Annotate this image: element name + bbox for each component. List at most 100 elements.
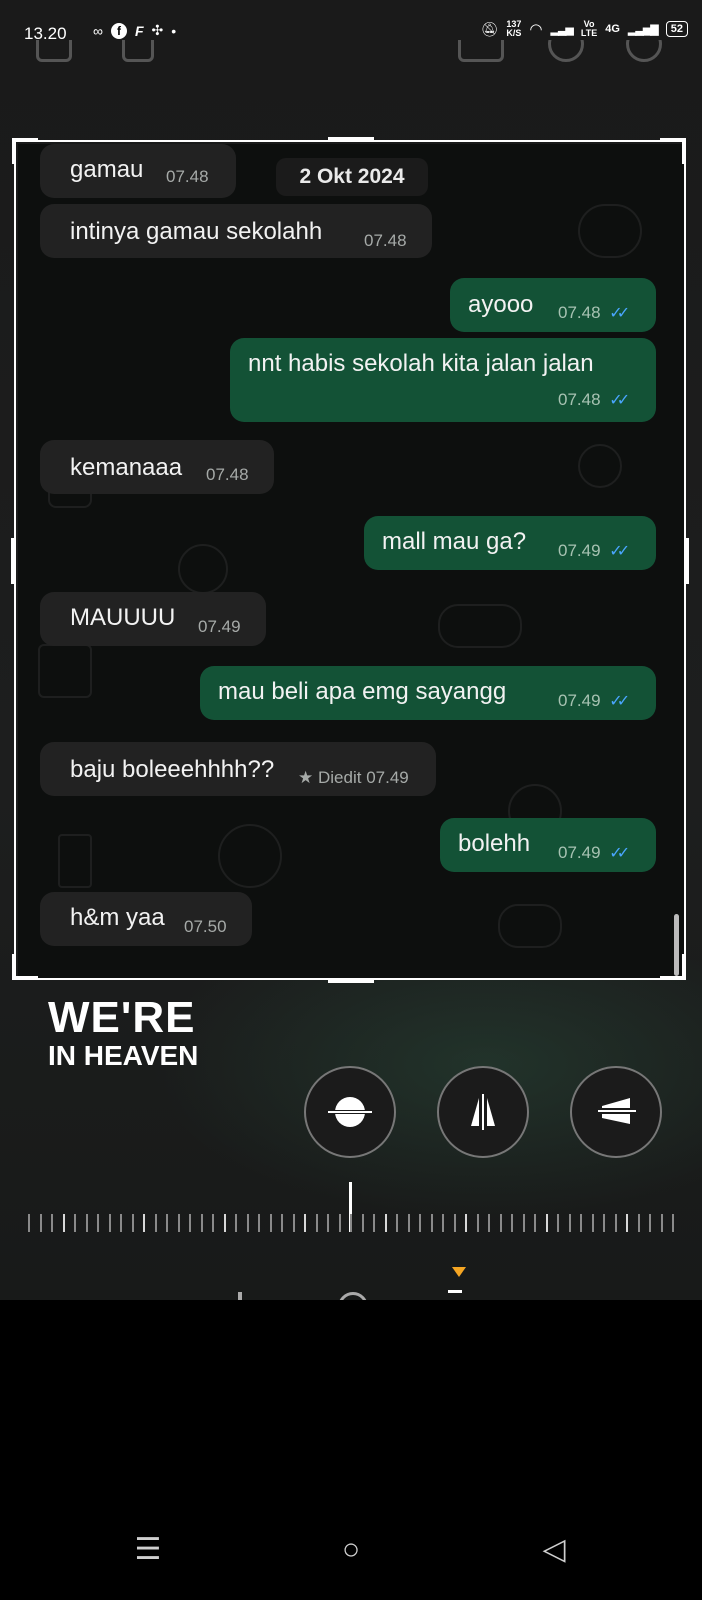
ruler-tick xyxy=(476,1214,479,1232)
ruler-tick xyxy=(534,1214,536,1232)
ruler-tick xyxy=(557,1214,559,1232)
horizontal-perspective-icon xyxy=(598,1098,636,1124)
crop-handle-top-left[interactable] xyxy=(12,138,38,164)
vertical-perspective-icon xyxy=(471,1094,495,1130)
ruler-tick xyxy=(465,1214,467,1232)
net-speed-unit: K/S xyxy=(506,28,522,38)
volte-bottom: LTE xyxy=(580,28,598,38)
ruler-tick xyxy=(51,1214,53,1232)
ruler-tick xyxy=(488,1214,490,1232)
ruler-tick xyxy=(189,1214,191,1232)
back-icon[interactable]: ◁ xyxy=(534,1530,574,1570)
crop-handle-right[interactable] xyxy=(685,538,689,584)
ruler-tick xyxy=(108,1214,111,1232)
notification-icons: ∞ f F ✣ • xyxy=(93,22,176,39)
tool-icon[interactable] xyxy=(238,1292,242,1300)
crop-handle-left[interactable] xyxy=(11,538,15,584)
tool-icon-active[interactable] xyxy=(448,1290,462,1300)
editor-top-toolbar xyxy=(0,40,702,64)
app-pinwheel-icon: ✣ xyxy=(151,22,164,38)
ruler-tick xyxy=(315,1214,318,1232)
crop-handle-top-right[interactable] xyxy=(660,138,686,164)
ruler-tick xyxy=(177,1214,180,1232)
ruler-tick xyxy=(396,1214,398,1232)
rotation-ruler[interactable] xyxy=(28,1210,678,1236)
bottom-toolbar-cut xyxy=(0,1290,702,1300)
ruler-tick xyxy=(373,1214,375,1232)
ruler-tick xyxy=(361,1214,364,1232)
app-f-icon: F xyxy=(134,22,144,39)
ruler-tick xyxy=(499,1214,502,1232)
ruler-tick xyxy=(304,1214,306,1232)
reset-icon[interactable] xyxy=(626,40,662,62)
ruler-tick xyxy=(269,1214,272,1232)
ruler-tick xyxy=(453,1214,456,1232)
ruler-tick xyxy=(545,1214,548,1232)
logo-line-2: IN HEAVEN xyxy=(48,1040,199,1071)
ruler-tick xyxy=(384,1214,387,1232)
horizon-flip-button[interactable] xyxy=(304,1066,396,1158)
home-icon[interactable]: ○ xyxy=(331,1530,371,1570)
rotate-icon[interactable] xyxy=(122,40,154,62)
auto-icon[interactable] xyxy=(548,40,584,62)
crop-handle-bottom-left[interactable] xyxy=(12,954,38,980)
signal-icon-2: ▂▃▅▇ xyxy=(627,23,659,36)
ruler-tick xyxy=(120,1214,122,1232)
ruler-tick xyxy=(28,1214,30,1232)
ruler-tick xyxy=(660,1214,663,1232)
ruler-tick xyxy=(97,1214,99,1232)
marker-triangle-icon xyxy=(452,1267,466,1277)
status-right: 🔕︎ 137 K/S ◠ ▂▃▅ Vo LTE 4G ▂▃▅▇ 52 xyxy=(481,20,688,38)
vertical-perspective-button[interactable] xyxy=(437,1066,529,1158)
crop-handle-bottom[interactable] xyxy=(328,979,374,983)
ruler-tick xyxy=(223,1214,226,1232)
ruler-tick xyxy=(200,1214,203,1232)
crop-ratio-icon[interactable] xyxy=(36,40,72,62)
ruler-tick xyxy=(166,1214,168,1232)
ruler-tick xyxy=(614,1214,617,1232)
ruler-tick xyxy=(626,1214,628,1232)
ruler-tick xyxy=(62,1214,65,1232)
app-logo: WE'RE IN HEAVEN xyxy=(48,996,198,1070)
ruler-tick xyxy=(292,1214,295,1232)
ruler-tick xyxy=(649,1214,651,1232)
ruler-tick xyxy=(327,1214,329,1232)
crop-handle-bottom-right[interactable] xyxy=(660,954,686,980)
ruler-tick xyxy=(637,1214,640,1232)
battery-icon: 52 xyxy=(665,21,688,37)
ruler-tick xyxy=(603,1214,605,1232)
tool-icon[interactable] xyxy=(338,1292,368,1300)
ruler-tick xyxy=(338,1214,341,1232)
ruler-tick xyxy=(580,1214,582,1232)
ruler-tick xyxy=(212,1214,214,1232)
ruler-tick xyxy=(246,1214,249,1232)
system-nav-bar: ☰ ○ ◁ xyxy=(0,1533,702,1600)
horizontal-perspective-button[interactable] xyxy=(570,1066,662,1158)
horizon-flip-icon xyxy=(328,1097,372,1127)
signal-icon-1: ▂▃▅ xyxy=(550,23,573,36)
ruler-tick xyxy=(568,1214,571,1232)
network-type: 4G xyxy=(605,23,620,35)
ruler-tick xyxy=(350,1214,352,1232)
crop-handle-top[interactable] xyxy=(328,137,374,141)
net-speed: 137 K/S xyxy=(506,20,521,38)
ruler-tick xyxy=(154,1214,157,1232)
ruler-tick xyxy=(74,1214,76,1232)
menu-icon[interactable]: ☰ xyxy=(128,1530,168,1570)
ruler-tick xyxy=(131,1214,134,1232)
ruler-tick xyxy=(511,1214,513,1232)
logo-line-1: WE'RE xyxy=(48,993,196,1042)
ruler-tick xyxy=(672,1214,674,1232)
facebook-icon: f xyxy=(110,22,127,39)
ruler-tick xyxy=(85,1214,88,1232)
ruler-tick xyxy=(430,1214,433,1232)
ruler-tick xyxy=(407,1214,410,1232)
wifi-icon: ◠ xyxy=(529,21,543,38)
ruler-tick xyxy=(235,1214,237,1232)
ruler-tick xyxy=(143,1214,145,1232)
crop-frame[interactable] xyxy=(14,140,686,980)
ruler-tick xyxy=(281,1214,283,1232)
volte-indicator: Vo LTE xyxy=(581,20,597,38)
ruler-tick xyxy=(522,1214,525,1232)
grid-icon[interactable] xyxy=(458,40,504,62)
